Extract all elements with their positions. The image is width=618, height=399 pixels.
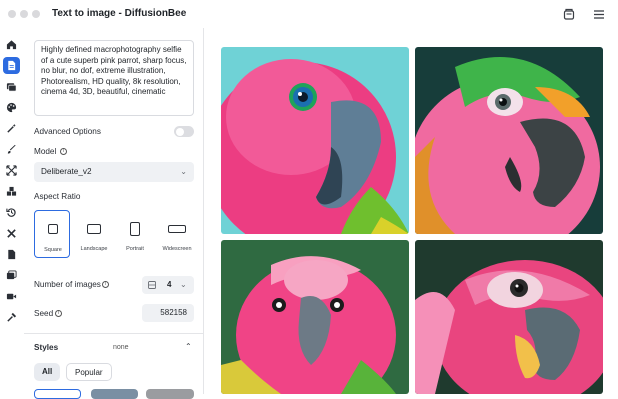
info-icon[interactable]: i [102, 281, 109, 288]
num-images-select[interactable]: 4 ⌄ [142, 276, 194, 294]
window-title: Text to image - DiffusionBee [52, 8, 187, 19]
chevron-down-icon: ⌄ [180, 280, 187, 289]
gallery-icon[interactable] [3, 267, 20, 284]
video-icon[interactable] [3, 288, 20, 305]
portrait-shape-icon [130, 222, 140, 236]
menu-icon[interactable] [592, 7, 606, 21]
info-icon[interactable]: i [60, 148, 67, 155]
generated-image[interactable] [415, 240, 603, 394]
landscape-shape-icon [87, 224, 101, 234]
seed-label: Seed [34, 309, 54, 318]
info-icon[interactable]: i [55, 310, 62, 317]
blocks-icon[interactable] [3, 183, 20, 200]
expand-icon[interactable] [3, 162, 20, 179]
divider [24, 333, 204, 334]
styles-tab-all[interactable]: All [34, 363, 60, 381]
generated-image[interactable] [221, 47, 409, 234]
home-icon[interactable] [3, 36, 20, 53]
num-images-label: Number of images [34, 280, 101, 289]
options-panel: Highly defined macrophotography selfie o… [24, 28, 204, 399]
tools-icon[interactable] [3, 225, 20, 242]
results-gallery [205, 28, 618, 394]
generated-image[interactable] [221, 240, 409, 394]
aspect-widescreen-option[interactable]: Widescreen [159, 210, 195, 258]
aspect-portrait-option[interactable]: Portrait [117, 210, 153, 258]
brush-icon[interactable] [3, 141, 20, 158]
aspect-ratio-label: Aspect Ratio [34, 192, 81, 201]
advanced-options-label: Advanced Options [34, 127, 101, 136]
model-select[interactable]: Deliberate_v2 ⌄ [34, 162, 194, 182]
window-close-button[interactable] [8, 10, 16, 18]
image-stack-icon [148, 281, 156, 289]
styles-label: Styles [34, 343, 59, 352]
title-bar: Text to image - DiffusionBee [0, 0, 618, 28]
aspect-square-option[interactable]: Square [34, 210, 70, 258]
chevron-up-icon[interactable]: ⌃ [185, 342, 192, 351]
num-images-value: 4 [167, 280, 172, 289]
magic-wand-icon[interactable] [3, 120, 20, 137]
text-to-image-icon[interactable] [3, 57, 20, 74]
generated-image[interactable] [415, 47, 603, 234]
window-minimize-button[interactable] [20, 10, 28, 18]
seed-input[interactable]: 582158 [142, 304, 194, 322]
window-zoom-button[interactable] [32, 10, 40, 18]
image-to-image-icon[interactable] [3, 78, 20, 95]
document-icon[interactable] [3, 246, 20, 263]
aspect-landscape-option[interactable]: Landscape [76, 210, 112, 258]
styles-tab-popular[interactable]: Popular [66, 363, 112, 381]
model-label: Model [34, 147, 57, 156]
model-value: Deliberate_v2 [41, 167, 92, 176]
aspect-widescreen-label: Widescreen [162, 246, 192, 252]
advanced-options-toggle[interactable] [174, 126, 194, 137]
palette-icon[interactable] [3, 99, 20, 116]
style-thumbnail[interactable] [91, 389, 138, 399]
sidebar [0, 28, 24, 394]
square-shape-icon [48, 224, 58, 234]
prompt-input[interactable]: Highly defined macrophotography selfie o… [34, 40, 194, 116]
style-thumbnail[interactable] [146, 389, 194, 399]
chevron-down-icon: ⌄ [180, 167, 187, 176]
style-thumbnail[interactable] [34, 389, 81, 399]
history-icon[interactable] [562, 7, 576, 21]
widescreen-shape-icon [168, 225, 186, 233]
history-rail-icon[interactable] [3, 204, 20, 221]
aspect-portrait-label: Portrait [126, 246, 144, 252]
hammer-icon[interactable] [3, 309, 20, 326]
styles-value: none [113, 344, 129, 351]
